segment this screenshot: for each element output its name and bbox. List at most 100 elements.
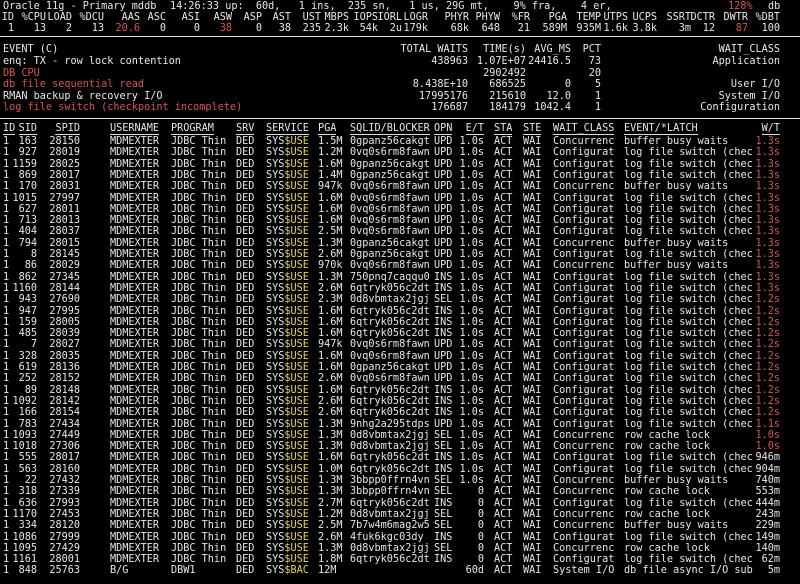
event-name: log file switch (checkpoint incomplete) xyxy=(3,102,243,114)
spid: 28148 xyxy=(49,384,80,396)
sqlid: 6qtryk056c2dt xyxy=(350,497,430,509)
wait-time: 1.0s xyxy=(755,429,780,441)
wait-time: 149m xyxy=(755,531,780,543)
wait-time: 62m xyxy=(761,554,780,566)
server: DED xyxy=(236,169,255,181)
wait-time: 1.3s xyxy=(755,237,780,249)
inst-id: 1 xyxy=(3,339,10,351)
sqlid: 0vq0s6rm8fawn xyxy=(350,192,430,204)
opcode: UPD xyxy=(434,237,453,249)
sqlid: 0gpanz56cakgt xyxy=(350,249,430,260)
wait-class: Configurat xyxy=(553,339,615,351)
wait-class: Configurat xyxy=(553,249,615,260)
opcode: INS xyxy=(434,282,453,294)
metric-value: 1 xyxy=(7,23,14,34)
inst-id: 1 xyxy=(3,362,10,373)
session-row: 1 713 28013 MDMEXTER JDBC Thin DED SYS$USE 1.6M… xyxy=(0,215,800,226)
session-row: 1 22 27432 MDMEXTER JDBC Thin DED SYS$USE 1.3M 3… xyxy=(0,475,800,486)
metric-value: 13 xyxy=(91,23,104,34)
opcode: UPD xyxy=(434,260,453,272)
wait-class: Configurat xyxy=(553,203,615,215)
wait-time: 1.3s xyxy=(755,249,780,260)
program: JDBC Thin xyxy=(171,418,227,430)
sqlid: 0vq0s6rm8fawn xyxy=(350,350,430,362)
status: ACT xyxy=(494,169,513,181)
server: DED xyxy=(236,226,255,238)
avg-col-header: AVG_MS xyxy=(534,44,571,55)
event-latch: row cache lock xyxy=(624,542,710,554)
status: ACT xyxy=(494,237,513,249)
program: JDBC Thin xyxy=(171,407,227,419)
opcode: UPD xyxy=(434,362,453,373)
server: DED xyxy=(236,294,255,306)
elapsed: 1.0s xyxy=(459,192,484,204)
wait-class: Configurat xyxy=(553,158,615,170)
sqlid: 6qtryk056c2dt xyxy=(350,384,430,396)
event-row: enq: TX - row lock contention 438963 1.07E… xyxy=(0,56,800,67)
session-row: 1 1015 27997 MDMEXTER JDBC Thin DED SYS$USE 1.6… xyxy=(0,193,800,204)
wait-time: 1.3s xyxy=(755,192,780,204)
server: DED xyxy=(236,441,255,453)
session-row: 1 1161 28001 MDMEXTER JDBC Thin DED SYS$USE 1.8… xyxy=(0,554,800,565)
pga: 2.3M xyxy=(318,294,343,306)
opcode: INS xyxy=(434,271,453,283)
program: JDBC Thin xyxy=(171,362,227,373)
metric-label: LOGR xyxy=(403,12,428,23)
spid: 28019 xyxy=(49,147,80,159)
sid: 927 xyxy=(18,147,37,159)
wait-class: Configurat xyxy=(553,554,615,566)
metric-label: MBPS xyxy=(324,12,349,23)
inst-id: 1 xyxy=(3,147,10,159)
program: JDBC Thin xyxy=(171,395,227,407)
opcode: INS xyxy=(434,554,453,566)
session-row: 1 555 28017 MDMEXTER JDBC Thin DED SYS$USE 1.6M… xyxy=(0,452,800,463)
sqlid: 0vq0s6rm8fawn xyxy=(350,147,430,159)
sqlid: 0vq0s6rm8fawn xyxy=(350,339,430,351)
service: SYS$USE xyxy=(266,147,309,159)
wait-class: Concurrenc xyxy=(553,260,615,272)
sid: 555 xyxy=(18,452,37,464)
inst-id: 1 xyxy=(3,475,10,486)
session-row: 1 848 25763 B/G DBW1 DED SYS$BAC 12M 60d ACT WAI Sy… xyxy=(0,565,800,576)
service: SYS$USE xyxy=(266,249,309,260)
wait-time: 1.2s xyxy=(755,328,780,340)
metric-value: 12 xyxy=(702,23,715,34)
wait-class: Configurat xyxy=(553,328,615,340)
metric-label: ASI xyxy=(181,12,200,23)
sid: 563 xyxy=(18,463,37,475)
wait-time: 229m xyxy=(755,520,780,532)
service: SYS$USE xyxy=(266,463,309,475)
state: WAI xyxy=(523,181,542,193)
elapsed: 1.0s xyxy=(459,305,484,317)
pga: 1.6M xyxy=(318,203,343,215)
username: MDMEXTER xyxy=(110,531,160,543)
opcode: UPD xyxy=(434,249,453,260)
program: JDBC Thin xyxy=(171,497,227,509)
wait-class: Configurat xyxy=(553,271,615,283)
elapsed: 1.0s xyxy=(459,215,484,227)
spid: 28154 xyxy=(49,407,80,419)
sid: 1092 xyxy=(12,395,37,407)
username: MDMEXTER xyxy=(110,282,160,294)
spid: 28013 xyxy=(49,215,80,227)
opcode: SEL xyxy=(434,441,453,453)
metric-label: IORL xyxy=(377,12,402,23)
event-latch: log file switch (chec xyxy=(624,215,753,227)
inst-id: 1 xyxy=(3,305,10,317)
server: DED xyxy=(236,316,255,328)
metrics-header-row: ID %CPU LOAD %DCU AAS ASC ASI ASW ASP AST UST MBPS I… xyxy=(0,12,800,23)
session-row: 1 318 27339 MDMEXTER JDBC Thin DED SYS$USE 1.3M… xyxy=(0,486,800,497)
total-waits: 17995176 xyxy=(418,90,468,102)
opcode: INS xyxy=(434,531,453,543)
sqlid: 0d8vbmtax2jgj xyxy=(350,508,430,520)
metric-label: DWTR xyxy=(723,12,748,23)
username: MDMEXTER xyxy=(110,271,160,283)
event-latch: buffer busy waits xyxy=(624,181,729,193)
state: WAI xyxy=(523,463,542,475)
sid: 943 xyxy=(18,294,37,306)
server: DED xyxy=(236,418,255,430)
program: JDBC Thin xyxy=(171,271,227,283)
status: ACT xyxy=(494,463,513,475)
service: SYS$USE xyxy=(266,520,309,532)
inst-id: 1 xyxy=(3,169,10,181)
